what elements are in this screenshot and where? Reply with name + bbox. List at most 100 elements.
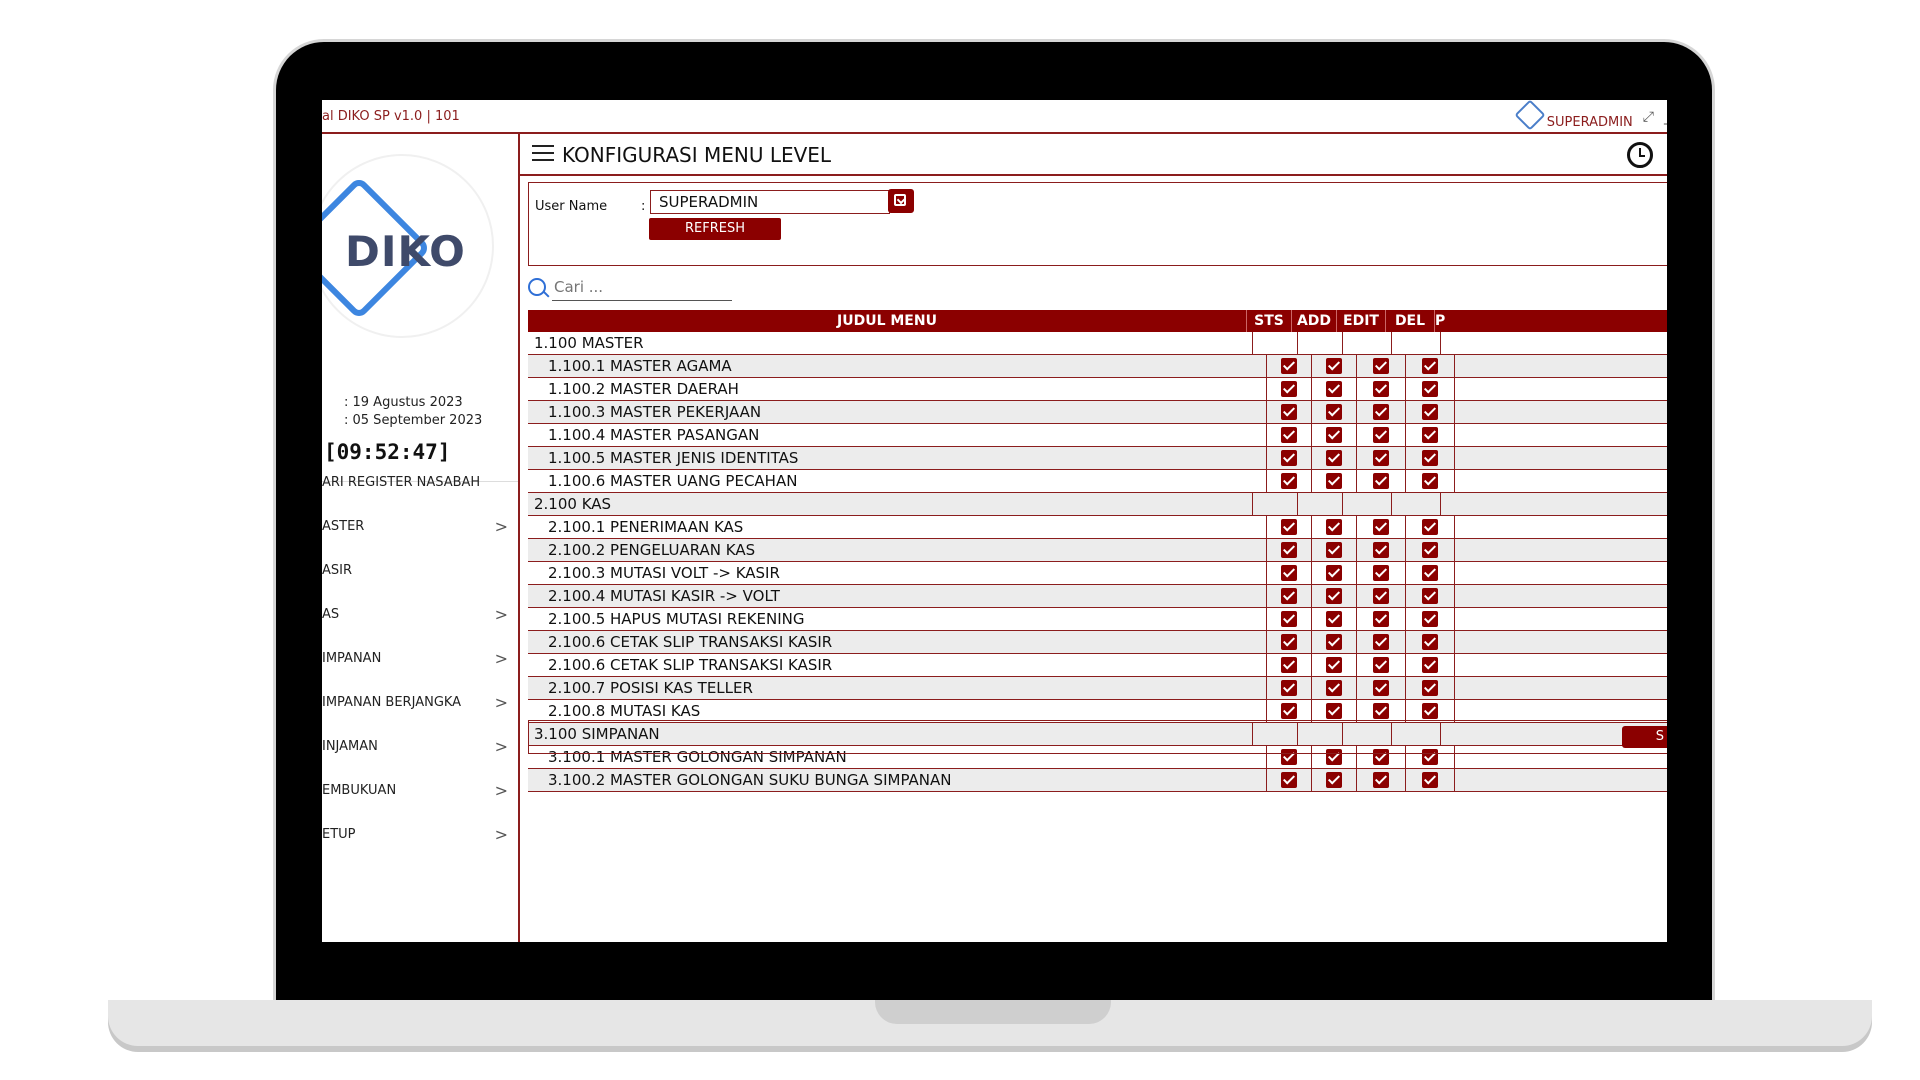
checkbox-sts[interactable] [1281,519,1297,535]
checkbox-edit[interactable] [1373,588,1389,604]
checkbox-edit[interactable] [1373,680,1389,696]
checkbox-add[interactable] [1326,473,1342,489]
checkbox-edit[interactable] [1373,381,1389,397]
checkbox-del[interactable] [1422,427,1438,443]
checkbox-sts[interactable] [1281,657,1297,673]
sidebar-item[interactable]: INJAMAN > [322,735,508,757]
checkbox-edit[interactable] [1373,565,1389,581]
sidebar-item-label: IMPANAN BERJANGKA [322,694,462,710]
checkbox-sts[interactable] [1281,634,1297,650]
sidebar-item-label: ARI REGISTER NASABAH [322,474,481,490]
checkbox-edit[interactable] [1373,450,1389,466]
search-input[interactable] [552,274,732,301]
checkbox-del[interactable] [1422,703,1438,719]
cell-sts [1266,447,1311,469]
checkbox-sts[interactable] [1281,772,1297,788]
checkbox-sts[interactable] [1281,473,1297,489]
table-row: 2.100.7 POSISI KAS TELLER [528,677,1667,700]
checkbox-sts[interactable] [1281,611,1297,627]
user-info[interactable]: SUPERADMIN [1514,100,1633,131]
checkbox-del[interactable] [1422,611,1438,627]
hamburger-menu-icon[interactable] [532,145,554,161]
checkbox-add[interactable] [1326,703,1342,719]
checkbox-add[interactable] [1326,542,1342,558]
refresh-button[interactable]: REFRESH [649,218,781,240]
checkbox-del[interactable] [1422,519,1438,535]
checkbox-sts[interactable] [1281,542,1297,558]
checkbox-edit[interactable] [1373,519,1389,535]
sidebar-item[interactable]: IMPANAN BERJANGKA > [322,691,508,713]
checkbox-sts[interactable] [1281,427,1297,443]
sidebar-item[interactable]: ASTER > [322,515,508,537]
checkbox-del[interactable] [1422,634,1438,650]
checkbox-edit[interactable] [1373,772,1389,788]
user-dropdown-button[interactable] [888,189,914,213]
checkbox-add[interactable] [1326,450,1342,466]
checkbox-sts[interactable] [1281,450,1297,466]
checkbox-edit[interactable] [1373,358,1389,374]
save-button[interactable]: S [1622,726,1667,748]
checkbox-del[interactable] [1422,565,1438,581]
checkbox-del[interactable] [1422,358,1438,374]
checkbox-edit[interactable] [1373,542,1389,558]
sidebar-item[interactable]: ASIR [322,559,508,581]
checkbox-edit[interactable] [1373,473,1389,489]
table-row: 2.100.2 PENGELUARAN KAS [528,539,1667,562]
checkbox-sts[interactable] [1281,358,1297,374]
checkbox-sts[interactable] [1281,588,1297,604]
cell-del [1405,677,1454,699]
checkbox-del[interactable] [1422,404,1438,420]
cell-p [1454,401,1469,423]
checkbox-edit[interactable] [1373,611,1389,627]
checkbox-sts[interactable] [1281,680,1297,696]
col-sts: STS [1246,310,1291,332]
cell-add [1311,447,1356,469]
minimize-icon[interactable]: _ [1664,109,1667,125]
checkbox-add[interactable] [1326,772,1342,788]
checkbox-del[interactable] [1422,588,1438,604]
checkbox-add[interactable] [1326,358,1342,374]
checkbox-add[interactable] [1326,611,1342,627]
sidebar-item[interactable]: IMPANAN > [322,647,508,669]
checkbox-sts[interactable] [1281,703,1297,719]
checkbox-del[interactable] [1422,381,1438,397]
filter-form: User Name : REFRESH [528,182,1667,266]
checkbox-add[interactable] [1326,519,1342,535]
cell-edit [1356,654,1405,676]
checkbox-del[interactable] [1422,772,1438,788]
restore-icon[interactable]: ⤢ [1643,109,1654,125]
sidebar-item[interactable]: AS > [322,603,508,625]
checkbox-del[interactable] [1422,680,1438,696]
checkbox-edit[interactable] [1373,703,1389,719]
checkbox-add[interactable] [1326,381,1342,397]
cell-sts [1266,562,1311,584]
checkbox-sts[interactable] [1281,404,1297,420]
checkbox-add[interactable] [1326,404,1342,420]
table-row: 2.100.4 MUTASI KASIR -> VOLT [528,585,1667,608]
cell-p [1454,378,1469,400]
checkbox-add[interactable] [1326,565,1342,581]
sidebar-item[interactable]: ARI REGISTER NASABAH [322,471,508,493]
checkbox-del[interactable] [1422,657,1438,673]
user-name-input[interactable] [650,190,890,214]
checkbox-edit[interactable] [1373,657,1389,673]
cell-add [1297,493,1342,515]
sidebar-item[interactable]: ETUP > [322,823,508,845]
checkbox-sts[interactable] [1281,565,1297,581]
checkbox-add[interactable] [1326,634,1342,650]
checkbox-del[interactable] [1422,473,1438,489]
col-p: P [1434,310,1449,332]
checkbox-edit[interactable] [1373,404,1389,420]
checkbox-add[interactable] [1326,427,1342,443]
history-icon[interactable] [1627,142,1653,168]
checkbox-edit[interactable] [1373,634,1389,650]
checkbox-add[interactable] [1326,680,1342,696]
checkbox-sts[interactable] [1281,381,1297,397]
checkbox-edit[interactable] [1373,427,1389,443]
checkbox-del[interactable] [1422,542,1438,558]
checkbox-del[interactable] [1422,450,1438,466]
checkbox-add[interactable] [1326,657,1342,673]
checkbox-add[interactable] [1326,588,1342,604]
cell-del [1405,654,1454,676]
sidebar-item[interactable]: EMBUKUAN > [322,779,508,801]
